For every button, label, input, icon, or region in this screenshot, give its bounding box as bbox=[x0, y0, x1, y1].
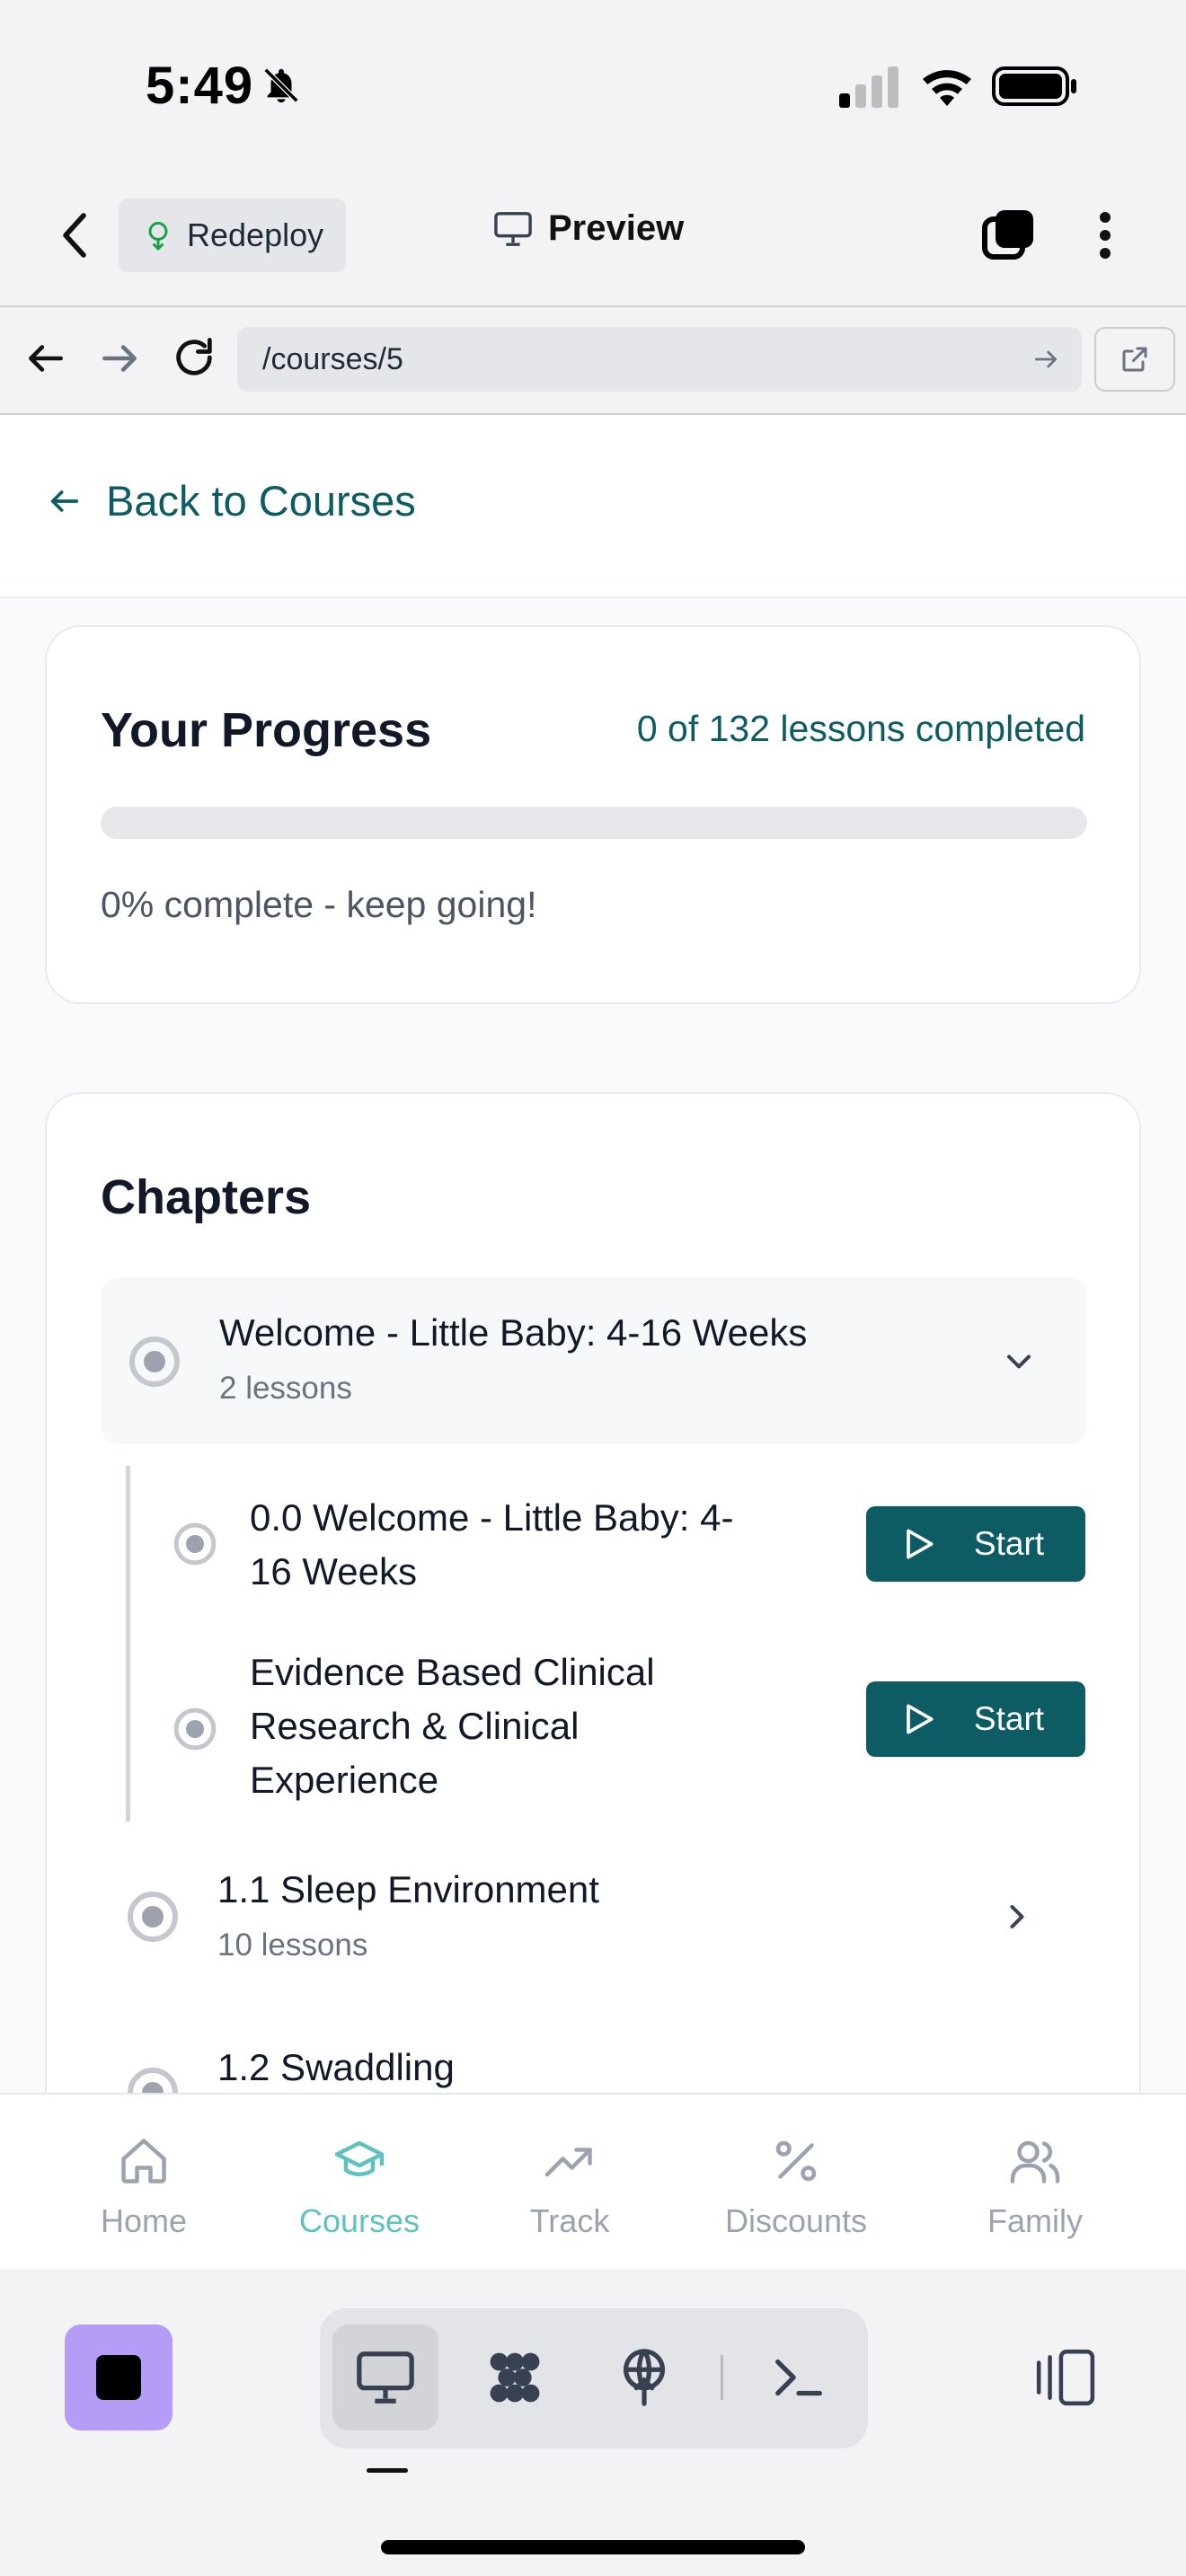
deployments-tool-button[interactable] bbox=[591, 2325, 697, 2430]
nav-label: Track bbox=[529, 2202, 610, 2239]
nav-label: Discounts bbox=[724, 2202, 868, 2239]
open-external-button[interactable] bbox=[1094, 327, 1175, 392]
status-radio-icon bbox=[128, 1892, 178, 1942]
nav-item-discounts[interactable]: Discounts bbox=[697, 2134, 895, 2240]
deploy-icon bbox=[148, 222, 168, 251]
deploy-icon bbox=[623, 2349, 666, 2406]
back-bar: Back to Courses bbox=[0, 415, 1186, 598]
progress-card: Your Progress 0 of 132 lessons completed… bbox=[45, 625, 1141, 1004]
tabs-icon[interactable] bbox=[981, 208, 1035, 262]
lesson-title: Evidence Based Clinical Research & Clini… bbox=[250, 1645, 655, 1807]
start-label: Start bbox=[973, 1700, 1045, 1737]
nav-item-home[interactable]: Home bbox=[45, 2134, 243, 2240]
lesson-row[interactable]: Evidence Based Clinical Research & Clini… bbox=[135, 1636, 1085, 1816]
chapter-row-sleep-environment[interactable]: 1.1 Sleep Environment 10 lessons bbox=[99, 1841, 1085, 2008]
trending-up-icon bbox=[544, 2148, 592, 2177]
terminal-icon bbox=[775, 2359, 822, 2396]
bell-off-icon bbox=[263, 67, 299, 103]
nav-label: Home bbox=[100, 2202, 188, 2239]
back-to-courses-label: Back to Courses bbox=[106, 477, 416, 525]
start-lesson-button[interactable]: Start bbox=[866, 1506, 1085, 1582]
redeploy-button[interactable]: Redeploy bbox=[119, 198, 346, 272]
bottom-nav: Home Courses Track Discounts Family bbox=[0, 2093, 1186, 2269]
cellular-signal-icon bbox=[839, 66, 898, 108]
chevron-right-icon bbox=[1010, 1904, 1024, 1929]
nav-item-track[interactable]: Track bbox=[471, 2134, 668, 2240]
chevron-down-icon bbox=[1006, 1354, 1031, 1369]
start-label: Start bbox=[973, 1525, 1045, 1562]
wifi-icon bbox=[923, 70, 971, 106]
reload-icon[interactable] bbox=[171, 334, 217, 381]
users-icon bbox=[1010, 2140, 1060, 2183]
graduation-cap-icon bbox=[334, 2140, 385, 2176]
lesson-row[interactable]: 0.0 Welcome - Little Baby: 4- 16 Weeks S… bbox=[135, 1475, 1085, 1628]
play-icon bbox=[907, 1529, 934, 1559]
lesson-title-line: Research & Clinical bbox=[250, 1705, 580, 1747]
status-radio-icon bbox=[128, 2068, 178, 2096]
preview-title: Preview bbox=[492, 208, 684, 249]
chapter-title: 1.1 Sleep Environment bbox=[217, 1868, 599, 1910]
start-lesson-button[interactable]: Start bbox=[866, 1681, 1085, 1757]
monitor-icon bbox=[494, 211, 532, 246]
status-radio-icon bbox=[129, 1337, 180, 1387]
chapter-title: Welcome - Little Baby: 4-16 Weeks bbox=[219, 1311, 808, 1354]
back-chevron-icon[interactable] bbox=[54, 208, 99, 262]
shell-tool-button[interactable] bbox=[746, 2325, 852, 2430]
chapter-row-swaddling[interactable]: 1.2 Swaddling bbox=[99, 2023, 1085, 2096]
nav-label: Courses bbox=[298, 2202, 420, 2239]
chapter-row-welcome[interactable]: Welcome - Little Baby: 4-16 Weeks 2 less… bbox=[101, 1277, 1087, 1444]
redeploy-label: Redeploy bbox=[187, 216, 324, 253]
battery-icon bbox=[992, 66, 1076, 106]
agent-tool-button[interactable] bbox=[462, 2325, 568, 2430]
lesson-title-line: Evidence Based Clinical bbox=[250, 1651, 655, 1693]
browser-forward-icon[interactable] bbox=[97, 336, 142, 381]
home-icon bbox=[121, 2139, 166, 2183]
arrow-left-icon bbox=[50, 490, 79, 512]
progress-title: Your Progress bbox=[101, 703, 432, 757]
chapter-lesson-count: 2 lessons bbox=[219, 1371, 352, 1406]
lesson-title-line: 0.0 Welcome - Little Baby: 4- bbox=[250, 1496, 734, 1539]
chapters-title: Chapters bbox=[101, 1170, 312, 1224]
chapter-title: 1.2 Swaddling bbox=[217, 2046, 455, 2088]
lessons-completed-count: 0 of 132 lessons completed bbox=[636, 708, 1085, 749]
url-go-icon[interactable] bbox=[1031, 345, 1060, 374]
more-options-icon[interactable] bbox=[1087, 208, 1123, 262]
nav-item-courses[interactable]: Courses bbox=[261, 2134, 458, 2240]
lesson-title-line: 16 Weeks bbox=[250, 1550, 417, 1592]
lesson-status-radio-icon bbox=[173, 1707, 217, 1751]
nav-label: Family bbox=[987, 2202, 1083, 2239]
lesson-title-line: Experience bbox=[250, 1759, 439, 1801]
lesson-title: 0.0 Welcome - Little Baby: 4- 16 Weeks bbox=[250, 1491, 733, 1599]
preview-tool-button[interactable] bbox=[332, 2325, 438, 2430]
browser-back-icon[interactable] bbox=[23, 336, 68, 381]
percent-icon bbox=[775, 2140, 817, 2182]
progress-bar bbox=[101, 807, 1087, 839]
external-link-icon bbox=[1122, 347, 1147, 372]
preview-label: Preview bbox=[548, 208, 685, 248]
selected-tool-indicator bbox=[367, 2468, 408, 2473]
agent-icon bbox=[490, 2352, 540, 2403]
status-time: 5:49 bbox=[146, 57, 254, 115]
web-viewport: Back to Courses Your Progress 0 of 132 l… bbox=[0, 415, 1186, 2096]
lessons-guide-line bbox=[126, 1466, 130, 1822]
chapter-lesson-count: 10 lessons bbox=[217, 1928, 368, 1963]
stop-icon bbox=[96, 2355, 141, 2400]
back-to-courses-link[interactable]: Back to Courses bbox=[47, 476, 416, 525]
url-field[interactable]: /courses/5 bbox=[237, 327, 1082, 392]
toolbar-divider bbox=[721, 2355, 723, 2400]
stop-button[interactable] bbox=[65, 2325, 173, 2430]
home-indicator bbox=[381, 2540, 805, 2554]
nav-item-family[interactable]: Family bbox=[936, 2134, 1134, 2240]
monitor-icon bbox=[357, 2351, 414, 2404]
status-bar: 5:49 bbox=[0, 0, 1186, 171]
panel-layout-icon[interactable] bbox=[1033, 2348, 1096, 2407]
play-icon bbox=[907, 1704, 934, 1734]
progress-note: 0% complete - keep going! bbox=[101, 884, 537, 925]
lesson-status-radio-icon bbox=[173, 1522, 217, 1566]
